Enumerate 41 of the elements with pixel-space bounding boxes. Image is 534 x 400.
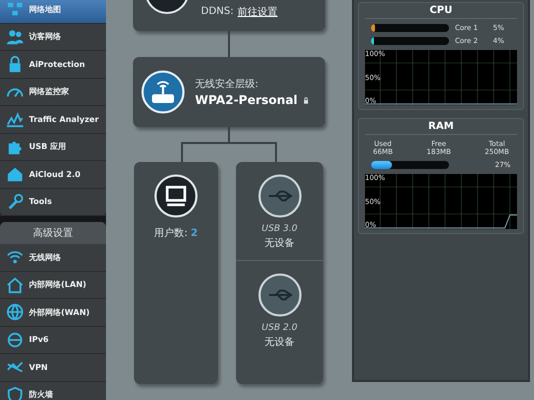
section-title: CPU	[365, 3, 517, 19]
section-header: 高级设置	[0, 222, 106, 244]
security-value: WPA2-Personal	[195, 93, 298, 107]
globe-icon	[6, 330, 24, 349]
ddns-label: DDNS:	[201, 6, 234, 17]
nav-item[interactable]: IPv6	[0, 326, 106, 354]
nav-item[interactable]: 网络监控家	[0, 78, 106, 106]
nav-item[interactable]: 网络地图	[0, 0, 106, 24]
padlock-icon	[302, 96, 310, 104]
nav-item[interactable]: 防火墙	[0, 382, 106, 400]
nav-item[interactable]: 访客网络	[0, 24, 106, 51]
usb-port-name: USB 3.0	[262, 224, 298, 234]
wifi-icon	[6, 248, 24, 266]
usb-icon	[258, 174, 302, 218]
people-icon	[6, 28, 24, 46]
globe-icon	[6, 303, 24, 322]
nav-item[interactable]: AiProtection	[0, 51, 106, 78]
cloud-house-icon	[6, 165, 24, 184]
nav-item[interactable]: 外部网络(WAN)	[0, 299, 106, 326]
usb-icon	[258, 273, 302, 317]
nav-item[interactable]: 内部网络(LAN)	[0, 272, 106, 299]
usb-status: 无设备	[264, 336, 294, 349]
monitor-icon	[154, 174, 198, 218]
clients-count: 用户数: 2	[154, 226, 198, 240]
usb-status: 无设备	[264, 237, 294, 250]
nav-item[interactable]: 无线网络	[0, 244, 106, 272]
wrench-icon	[6, 192, 24, 211]
house-icon	[6, 276, 24, 294]
network-icon	[6, 0, 24, 18]
security-label: 无线安全层级:	[195, 78, 260, 91]
ddns-link[interactable]: 前往设置	[238, 4, 278, 18]
shield-icon	[6, 386, 24, 400]
nav-item[interactable]: USB 应用	[0, 134, 106, 161]
nav-item[interactable]: Traffic Analyzer	[0, 106, 106, 134]
chart-icon	[6, 110, 24, 128]
nav-item[interactable]: VPN	[0, 354, 106, 382]
nav-item[interactable]: AiCloud 2.0	[0, 161, 106, 188]
nav-item[interactable]: Tools	[0, 188, 106, 216]
section-title: RAM	[365, 119, 517, 135]
router-icon	[141, 70, 185, 114]
usb-port-name: USB 2.0	[262, 323, 298, 333]
